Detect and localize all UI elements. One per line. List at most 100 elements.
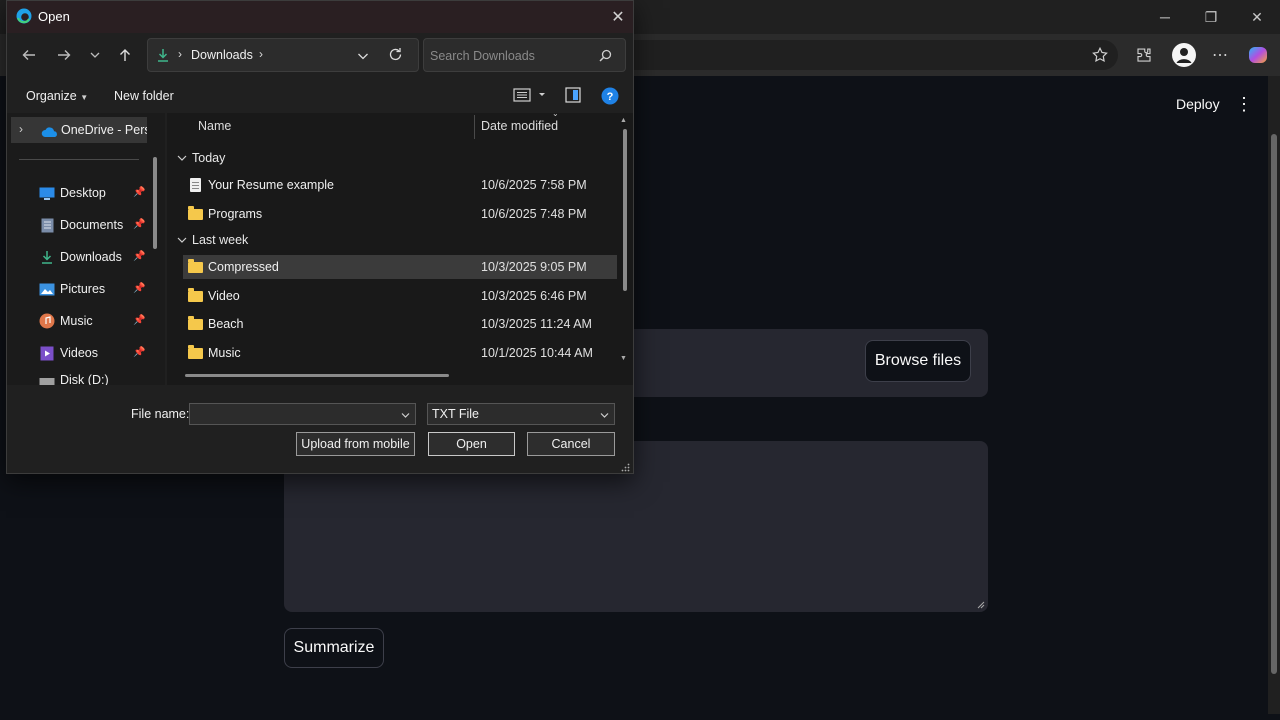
file-date: 10/1/2025 10:44 AM [481, 346, 593, 360]
file-row[interactable]: Programs 10/6/2025 7:48 PM [183, 202, 617, 226]
file-row[interactable]: Beach 10/3/2025 11:24 AM [183, 312, 617, 336]
page-scrollbar-thumb[interactable] [1271, 134, 1277, 674]
folder-icon [187, 344, 203, 359]
dialog-search-box[interactable]: Search Downloads [423, 38, 626, 72]
star-icon[interactable] [1085, 40, 1115, 70]
nav-item-disk[interactable]: Disk (D:) [39, 373, 109, 385]
sort-indicator-icon: ⌄ [552, 109, 559, 118]
cancel-button[interactable]: Cancel [527, 432, 615, 456]
pin-icon[interactable]: 📌 [133, 251, 145, 262]
scroll-up-icon[interactable]: ▲ [620, 117, 627, 124]
nav-divider [19, 159, 139, 160]
file-date: 10/3/2025 11:24 AM [481, 317, 592, 331]
up-arrow-icon[interactable] [113, 43, 137, 67]
file-row[interactable]: Video 10/3/2025 6:46 PM [183, 284, 617, 308]
summarize-button[interactable]: Summarize [284, 628, 384, 668]
onedrive-icon [41, 125, 59, 143]
open-button[interactable]: Open [428, 432, 515, 456]
nav-item-desktop[interactable]: Desktop [39, 181, 106, 205]
nav-item-pictures[interactable]: Pictures [39, 277, 105, 301]
dialog-resize-grip-icon[interactable] [621, 463, 630, 472]
browse-files-button[interactable]: Browse files [865, 340, 971, 382]
recent-locations-chevron-icon[interactable] [83, 43, 107, 67]
file-row[interactable]: Music 10/1/2025 10:44 AM [183, 341, 617, 365]
pin-icon[interactable]: 📌 [133, 187, 145, 198]
refresh-icon[interactable] [388, 47, 403, 67]
dialog-footer [7, 385, 633, 473]
expand-chevron-icon[interactable]: › [19, 122, 23, 136]
videos-icon [39, 345, 55, 361]
file-row-selected[interactable]: Compressed 10/3/2025 9:05 PM [183, 255, 617, 279]
pin-icon[interactable]: 📌 [133, 219, 145, 230]
nav-scrollbar-thumb[interactable] [153, 157, 157, 249]
new-folder-button[interactable]: New folder [114, 89, 174, 103]
minimize-button[interactable]: ─ [1142, 0, 1188, 34]
search-icon[interactable] [599, 49, 612, 67]
breadcrumb-separator-icon: › [178, 47, 182, 61]
nav-item-documents[interactable]: Documents [39, 213, 123, 237]
group-label: Today [192, 151, 226, 165]
nav-item-downloads[interactable]: Downloads [39, 245, 122, 269]
column-header-name[interactable]: Name [198, 119, 231, 133]
breadcrumb-chevron-icon[interactable]: › [259, 47, 263, 61]
more-icon[interactable]: ⋯ [1205, 40, 1235, 70]
file-row[interactable]: Your Resume example 10/6/2025 7:58 PM [183, 173, 617, 197]
profile-icon[interactable] [1169, 40, 1199, 70]
dialog-title: Open [38, 9, 70, 24]
file-list-scrollbar-thumb[interactable] [623, 129, 627, 291]
organize-label: Organize [26, 89, 77, 103]
breadcrumb-downloads[interactable]: Downloads [191, 48, 253, 62]
organize-dropdown-icon: ▼ [80, 93, 89, 102]
nav-item-videos[interactable]: Videos [39, 341, 98, 365]
file-name: Music [208, 346, 241, 360]
maximize-button[interactable]: ❐ [1188, 0, 1234, 34]
resize-grip-icon[interactable] [977, 601, 985, 609]
collapse-chevron-icon[interactable] [177, 153, 187, 163]
column-divider[interactable] [474, 115, 475, 139]
copilot-icon[interactable] [1243, 40, 1273, 70]
search-placeholder: Search Downloads [430, 49, 535, 63]
file-name: Programs [208, 207, 263, 221]
group-header-last-week[interactable]: Last week [177, 233, 248, 247]
file-name: Video [208, 289, 240, 303]
forward-arrow-icon[interactable] [52, 43, 76, 67]
file-type-select[interactable]: TXT File [427, 403, 615, 425]
group-header-today[interactable]: Today [177, 151, 225, 165]
svg-text:?: ? [607, 91, 614, 103]
nav-item-music[interactable]: Music [39, 309, 93, 333]
file-date: 10/6/2025 7:48 PM [481, 207, 587, 221]
close-window-button[interactable]: ✕ [1234, 0, 1280, 34]
horizontal-scrollbar-thumb[interactable] [185, 374, 449, 377]
file-name-dropdown-icon[interactable] [401, 411, 410, 420]
file-type-dropdown-icon[interactable] [600, 411, 609, 420]
pin-icon[interactable]: 📌 [133, 315, 145, 326]
file-date: 10/3/2025 6:46 PM [481, 289, 587, 303]
nav-item-label: Downloads [60, 250, 122, 264]
nav-item-label: Documents [60, 218, 124, 232]
upload-from-mobile-button[interactable]: Upload from mobile [296, 432, 415, 456]
file-name: Your Resume example [208, 178, 334, 192]
organize-menu[interactable]: Organize ▼ [26, 89, 88, 103]
file-name: Beach [208, 317, 244, 331]
collapse-chevron-icon[interactable] [177, 235, 187, 245]
preview-pane-icon[interactable] [565, 87, 581, 108]
downloads-icon [39, 249, 55, 265]
onedrive-label: OneDrive - Perso [61, 123, 147, 137]
address-dropdown-icon[interactable] [357, 49, 369, 67]
back-arrow-icon[interactable] [17, 43, 41, 67]
deploy-button[interactable]: Deploy [1166, 92, 1230, 116]
dialog-close-button[interactable]: ✕ [605, 5, 631, 29]
file-name-input[interactable] [189, 403, 416, 425]
column-header-date[interactable]: Date modified [481, 119, 558, 133]
help-icon[interactable]: ? [601, 87, 619, 110]
nav-onedrive-item[interactable]: › OneDrive - Perso [11, 117, 147, 143]
page-scrollbar[interactable] [1268, 76, 1280, 714]
dialog-address-bar[interactable]: › Downloads › [147, 38, 419, 72]
scroll-down-icon[interactable]: ▼ [620, 355, 627, 362]
pin-icon[interactable]: 📌 [133, 283, 145, 294]
extensions-icon[interactable] [1129, 40, 1159, 70]
main-menu-icon[interactable]: ⋮ [1234, 92, 1254, 116]
pin-icon[interactable]: 📌 [133, 347, 145, 358]
file-date: 10/6/2025 7:58 PM [481, 178, 587, 192]
view-options-icon[interactable] [513, 87, 547, 108]
